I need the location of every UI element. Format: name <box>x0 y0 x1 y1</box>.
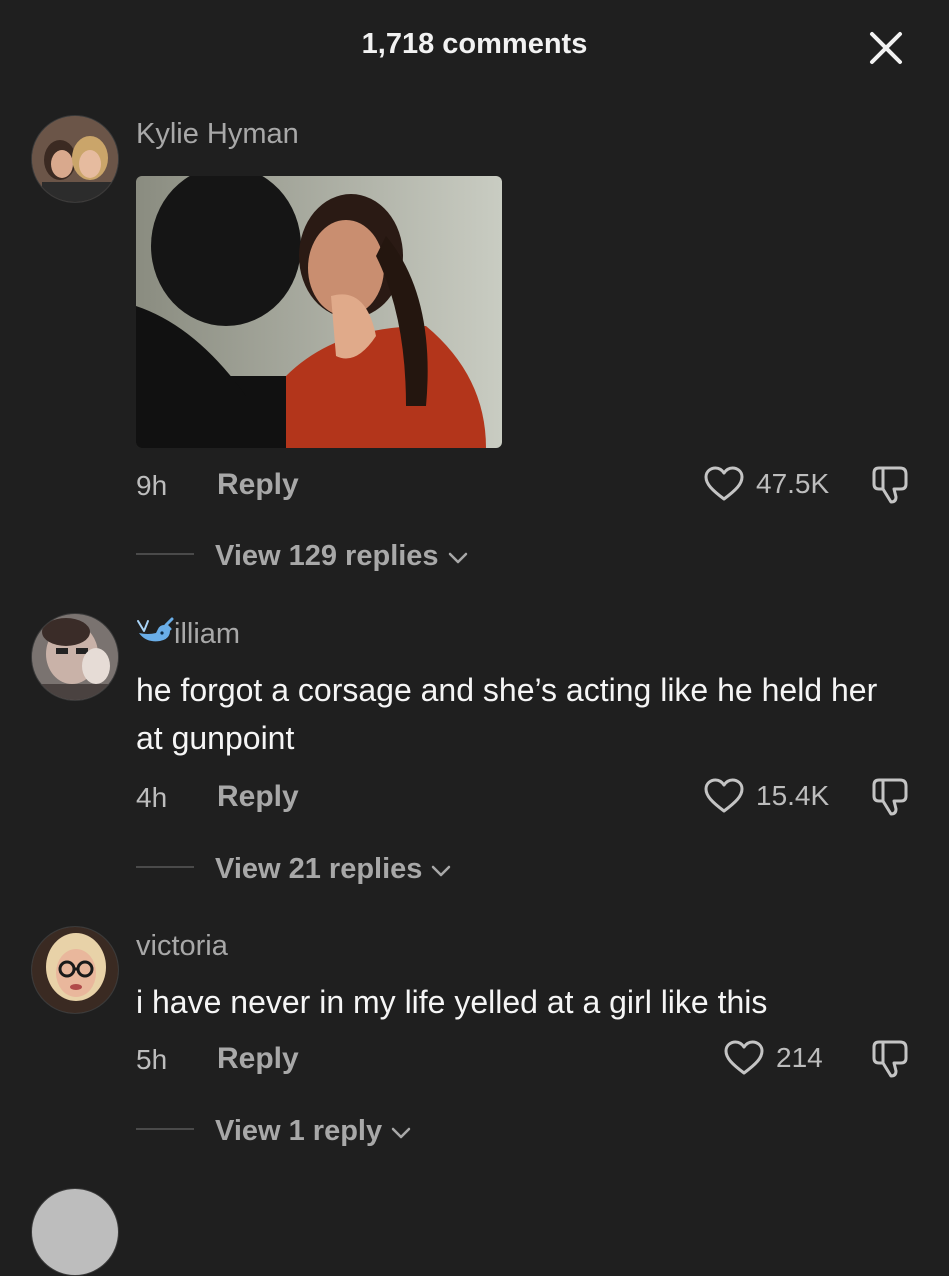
whale-emoji-icon <box>137 617 174 642</box>
dislike-button[interactable] <box>870 1038 912 1078</box>
reply-button[interactable]: Reply <box>217 780 299 814</box>
chevron-down-icon <box>448 552 467 564</box>
avatar-photo <box>32 614 118 700</box>
view-replies-button[interactable]: View 129 replies <box>215 536 471 576</box>
reply-button[interactable]: Reply <box>217 468 299 502</box>
comment-photo <box>136 176 502 448</box>
comment-time: 4h <box>136 782 168 813</box>
chevron-down-icon <box>432 865 451 877</box>
replies-divider <box>136 553 194 555</box>
view-replies-button[interactable]: View 21 replies <box>215 849 454 889</box>
avatar[interactable] <box>31 926 119 1014</box>
dislike-button[interactable] <box>870 464 912 504</box>
comment-text: i have never in my life yelled at a girl… <box>136 984 768 1020</box>
view-replies-button[interactable]: View 1 reply <box>215 1111 414 1151</box>
like-count: 15.4K <box>756 780 830 811</box>
heart-icon <box>724 1040 764 1075</box>
comment-username[interactable]: Kylie Hyman <box>136 118 299 151</box>
comment-image[interactable] <box>136 176 502 448</box>
thumbs-down-icon <box>872 778 908 816</box>
like-count: 214 <box>776 1042 823 1073</box>
close-button[interactable] <box>866 28 906 68</box>
replies-divider <box>136 1128 194 1130</box>
avatar-photo <box>32 116 118 202</box>
like-button[interactable]: 15.4K <box>704 776 829 816</box>
comment-username[interactable]: victoria <box>136 930 228 963</box>
close-icon <box>870 32 902 64</box>
like-count: 47.5K <box>756 468 830 499</box>
view-replies-label: View 129 replies <box>215 539 439 572</box>
comment-count-title: 1,718 comments <box>361 28 588 60</box>
view-replies-label: View 1 reply <box>215 1114 383 1147</box>
thumbs-down-icon <box>872 1040 908 1078</box>
avatar[interactable] <box>31 613 119 701</box>
replies-divider <box>136 866 194 868</box>
like-button[interactable]: 214 <box>724 1038 823 1078</box>
comment-username: illiam <box>174 618 241 650</box>
view-replies-label: View 21 replies <box>215 852 423 885</box>
dislike-button[interactable] <box>870 776 912 816</box>
heart-icon <box>704 778 744 813</box>
avatar-photo <box>32 927 118 1013</box>
avatar[interactable] <box>31 115 119 203</box>
like-button[interactable]: 47.5K <box>704 464 829 504</box>
reply-button[interactable]: Reply <box>217 1042 299 1076</box>
chevron-down-icon <box>391 1127 411 1139</box>
comments-header: 1,718 comments <box>0 0 949 92</box>
comment-time: 9h <box>136 470 168 501</box>
comment-text: he forgot a corsage and she’s acting lik… <box>136 672 878 756</box>
avatar[interactable] <box>31 1188 119 1276</box>
comment-username-row[interactable]: illiam <box>136 617 240 651</box>
comment-time: 5h <box>136 1044 168 1075</box>
heart-icon <box>704 466 744 501</box>
thumbs-down-icon <box>872 466 908 504</box>
